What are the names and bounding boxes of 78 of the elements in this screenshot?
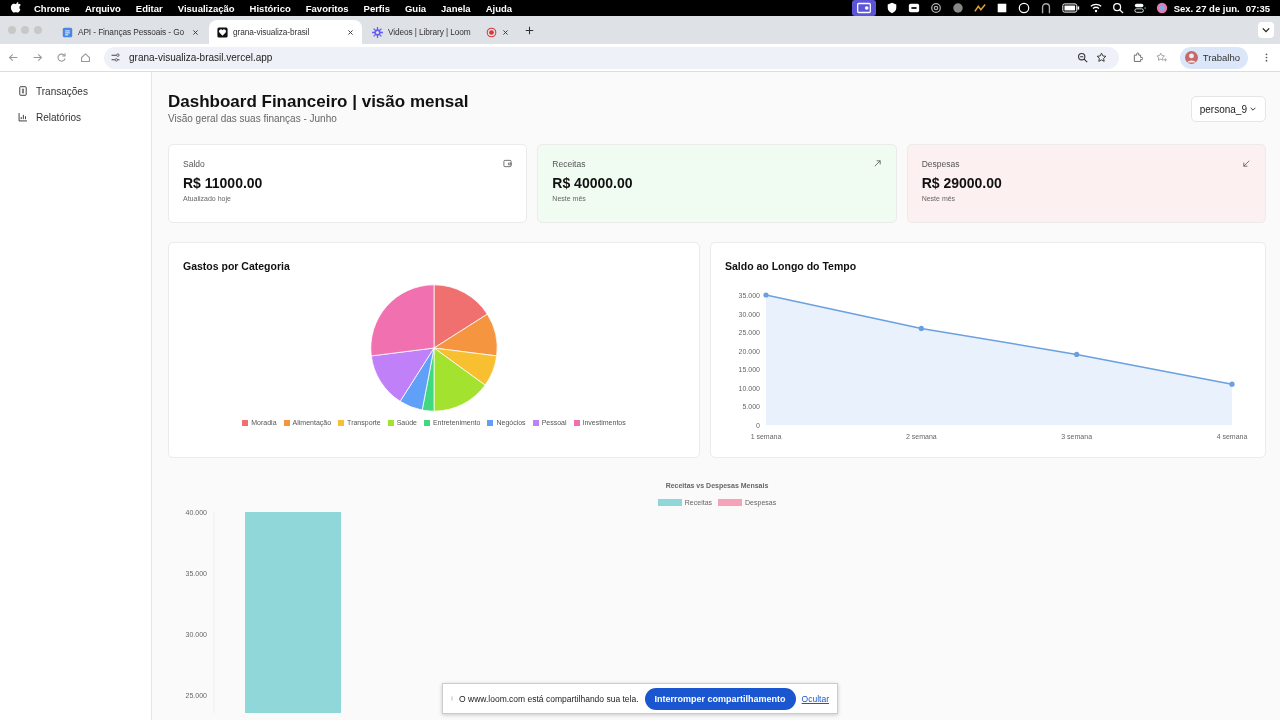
chart-title: Gastos por Categoria: [183, 260, 291, 272]
profile-button[interactable]: Trabalho: [1179, 46, 1248, 69]
forward-icon[interactable]: [32, 52, 43, 63]
menu-item[interactable]: Ajuda: [485, 2, 513, 14]
tab-menu-icon[interactable]: [1258, 22, 1274, 38]
site-settings-icon[interactable]: [110, 52, 121, 63]
back-icon[interactable]: [8, 52, 19, 63]
url-text: grana-visualiza-brasil.vercel.app: [129, 52, 273, 63]
menu-item[interactable]: Histórico: [249, 2, 291, 14]
menubar-time[interactable]: 07:35: [1245, 2, 1270, 14]
square-icon[interactable]: [995, 2, 1008, 14]
menu-item[interactable]: Janela: [441, 2, 471, 14]
arrow-up-right-icon: [872, 159, 882, 168]
browser-tab[interactable]: grana-visualiza-brasil: [209, 20, 362, 44]
star-icon[interactable]: [1095, 52, 1107, 63]
control-center-icon[interactable]: [1133, 2, 1146, 14]
close-icon[interactable]: [347, 28, 354, 36]
arch-icon[interactable]: [1039, 2, 1052, 14]
sunburst-icon: [372, 26, 383, 38]
menu-app-name[interactable]: Chrome: [34, 2, 70, 14]
wifi-icon[interactable]: [1089, 2, 1102, 14]
tab-title: Videos | Library | Loom: [388, 27, 472, 37]
recording-icon: [486, 26, 497, 38]
sharing-message: O www.loom.com está compartilhando sua tela.: [459, 693, 639, 704]
address-field[interactable]: grana-visualiza-brasil.vercel.app: [104, 46, 1119, 69]
new-tab-icon[interactable]: [525, 25, 534, 35]
data-point: [918, 325, 924, 332]
card-value: R$ 40000.00: [552, 175, 634, 191]
menubar-date[interactable]: Sex. 27 de jun.: [1173, 2, 1240, 14]
screen-share-icon[interactable]: [851, 0, 876, 16]
chart-title: Saldo ao Longo do Tempo: [725, 260, 858, 272]
heart-icon: [217, 26, 228, 38]
card-label: Despesas: [921, 159, 960, 169]
menu-item[interactable]: Arquivo: [84, 2, 121, 14]
chevron-icon: [1249, 105, 1257, 113]
battery-icon[interactable]: [1061, 2, 1080, 14]
menu-item[interactable]: Perfis: [363, 2, 390, 14]
graph-icon[interactable]: [973, 2, 986, 14]
circle-icon[interactable]: [1017, 2, 1030, 14]
home-icon[interactable]: [80, 52, 91, 63]
data-point: [1074, 351, 1080, 358]
avatar-icon: [1184, 51, 1198, 64]
reload-icon[interactable]: [56, 52, 67, 63]
zoom-icon[interactable]: [1076, 52, 1088, 63]
card-value: R$ 11000.00: [183, 175, 264, 191]
persona-select[interactable]: persona_9: [1190, 96, 1266, 122]
card-value: R$ 29000.00: [921, 175, 1003, 191]
menu-item[interactable]: Favoritos: [305, 2, 349, 14]
receipt-icon: [18, 86, 28, 96]
arrow-down-left-icon: [1242, 159, 1251, 168]
close-icon[interactable]: [192, 28, 199, 36]
card-label: Saldo: [183, 159, 205, 169]
close-icon[interactable]: [502, 28, 509, 36]
sidebar-item[interactable]: Transações: [0, 78, 151, 104]
data-point: [1229, 381, 1235, 387]
menu-item[interactable]: Visualização: [177, 2, 235, 14]
menu-item[interactable]: Guia: [404, 2, 427, 14]
page-title: Dashboard Financeiro | visão mensal: [168, 92, 469, 112]
sidebar-item[interactable]: Relatórios: [0, 104, 151, 130]
tab-title: API - Finanças Pessoais - Go: [78, 27, 186, 37]
apple-icon[interactable]: [10, 2, 22, 14]
browser-tab[interactable]: Videos | Library | Loom: [364, 20, 517, 44]
extensions-icon[interactable]: [1131, 52, 1143, 63]
app-icon[interactable]: [907, 2, 920, 14]
document-icon: [62, 26, 73, 38]
hide-link[interactable]: Ocultar: [801, 693, 829, 704]
shield-icon[interactable]: [885, 2, 898, 14]
data-point: [763, 292, 769, 298]
menu-item[interactable]: Editar: [135, 2, 163, 14]
page-subtitle: Visão geral das suas finanças - Junho: [168, 113, 338, 124]
tab-title: grana-visualiza-brasil: [233, 27, 311, 37]
card-label: Receitas: [552, 159, 586, 169]
browser-tab[interactable]: API - Finanças Pessoais - Go: [54, 20, 207, 44]
search-icon[interactable]: [1111, 2, 1124, 14]
wallet-icon: [503, 159, 513, 168]
bar-chart-icon: [18, 112, 28, 122]
siri-icon[interactable]: [1155, 2, 1168, 14]
stop-sharing-button[interactable]: Interromper compartilhamento: [644, 687, 796, 710]
